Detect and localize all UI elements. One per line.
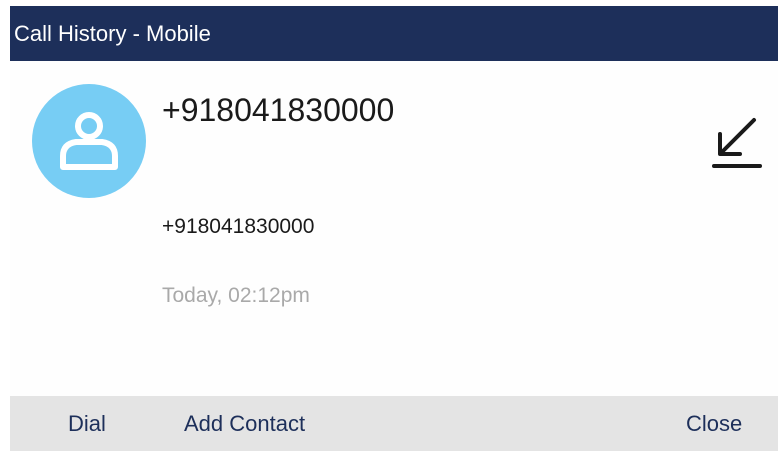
softkey-bar: Dial Add Contact Close xyxy=(10,396,778,451)
add-contact-button[interactable]: Add Contact xyxy=(184,396,305,451)
person-icon xyxy=(60,112,118,170)
call-timestamp: Today, 02:12pm xyxy=(162,284,310,307)
phone-screen: Call History - Mobile +918041830000 +918… xyxy=(10,6,778,451)
page-title: Call History - Mobile xyxy=(14,21,211,46)
title-bar: Call History - Mobile xyxy=(10,6,778,61)
incoming-call-arrow-icon xyxy=(710,112,766,172)
dial-button[interactable]: Dial xyxy=(68,396,106,451)
contact-name: +918041830000 xyxy=(162,92,395,128)
contact-number: +918041830000 xyxy=(162,215,315,238)
avatar xyxy=(32,84,146,198)
close-button[interactable]: Close xyxy=(686,396,742,451)
